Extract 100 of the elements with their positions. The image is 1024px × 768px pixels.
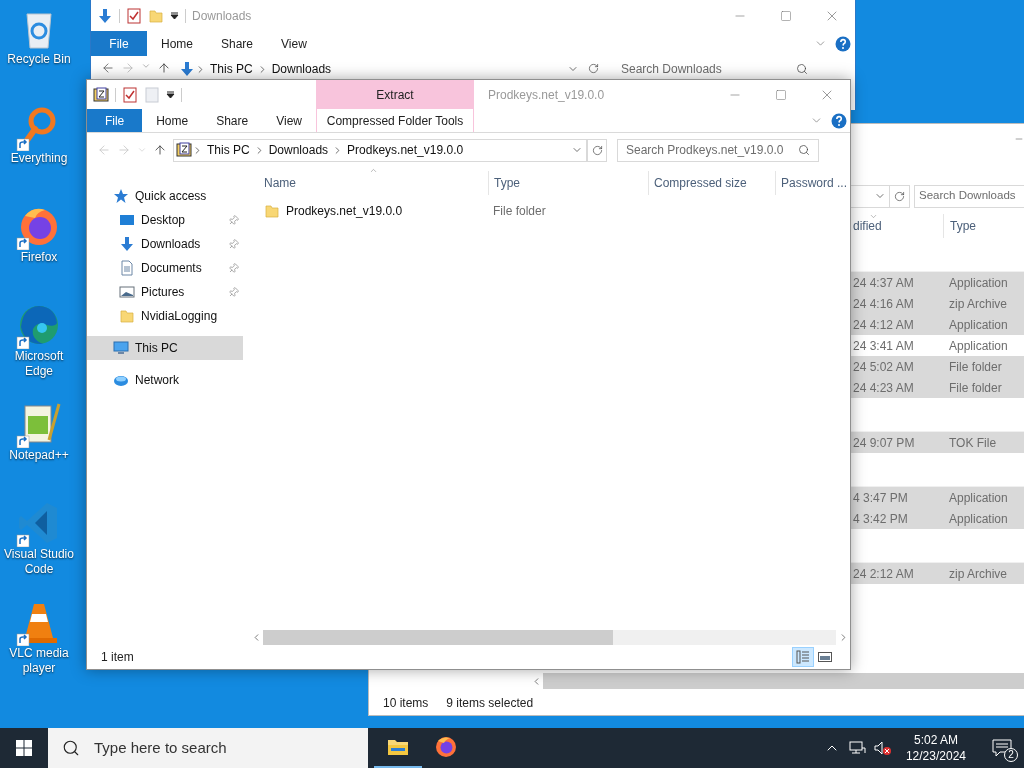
breadcrumb[interactable]: Downloads — [264, 143, 333, 157]
column-header[interactable]: Type — [488, 171, 648, 195]
nav-item[interactable]: Pictures — [87, 280, 243, 304]
file-row[interactable]: 24 9:07 PM TOK File — [851, 432, 1024, 453]
search-placeholder[interactable]: Search Downloads — [621, 62, 722, 76]
folder-icon — [264, 203, 280, 219]
column-header[interactable]: Password ... — [775, 171, 850, 195]
ribbon-tab[interactable]: Home — [142, 109, 203, 132]
address-bar[interactable]: This PC Downloads Prodkeys.net_v19.0.0 — [173, 138, 587, 162]
taskbar-search-field[interactable]: Type here to search — [48, 728, 368, 768]
window-title: Prodkeys.net_v19.0.0 — [488, 86, 605, 104]
network-icon[interactable] — [847, 740, 866, 756]
firefox-icon — [434, 735, 458, 759]
context-ribbon-tab[interactable]: Compressed Folder Tools — [316, 109, 474, 132]
notifications-icon[interactable] — [992, 739, 1012, 757]
window-title: Downloads — [192, 7, 252, 25]
maximize-icon[interactable] — [780, 9, 792, 22]
dropdown-caret-icon[interactable] — [170, 11, 179, 20]
document-icon — [119, 260, 135, 276]
column-header[interactable]: Compressed size — [648, 171, 775, 195]
computer-icon — [113, 340, 129, 356]
clock-time[interactable]: 5:02 AM — [913, 732, 958, 748]
folder-name-cell[interactable]: Prodkeys.net_v19.0.0 — [249, 202, 488, 220]
desktop-icon-label: VLC media player — [8, 646, 70, 676]
forward-arrow-icon[interactable] — [121, 61, 135, 75]
nav-item[interactable]: Downloads — [87, 232, 243, 256]
search-icon — [62, 739, 80, 757]
download-arrow-icon — [179, 61, 195, 77]
desktop-icon-label: Notepad++ — [8, 448, 70, 463]
file-row[interactable]: 24 2:12 AM zip Archive — [851, 563, 1024, 584]
ribbon-tab[interactable]: Share — [202, 109, 263, 132]
zip-folder-icon[interactable] — [93, 86, 109, 103]
file-tab[interactable]: File — [91, 31, 147, 56]
search-field[interactable]: Search Prodkeys.net_v19.0.0 — [617, 138, 819, 162]
help-icon[interactable] — [835, 35, 851, 52]
nav-item[interactable]: This PC — [87, 336, 243, 360]
search-icon — [798, 144, 810, 156]
breadcrumb[interactable]: This PC — [206, 62, 257, 76]
ribbon-tab[interactable]: View — [262, 109, 316, 132]
column-header[interactable]: Type — [943, 214, 1024, 238]
windows-logo-icon — [16, 740, 32, 756]
breadcrumb[interactable]: This PC — [203, 143, 254, 157]
zip-folder-icon — [176, 142, 192, 158]
refresh-button[interactable] — [890, 184, 910, 208]
file-row[interactable]: 4 3:47 PM Application — [851, 487, 1024, 508]
details-list-icon — [795, 649, 811, 665]
desktop-icon-label: Recycle Bin — [6, 52, 72, 67]
download-arrow-icon — [119, 236, 135, 252]
clock-date[interactable]: 12/23/2024 — [905, 748, 966, 764]
recent-locations-icon[interactable] — [141, 61, 151, 71]
folder-icon — [119, 308, 135, 324]
file-row[interactable]: 24 4:16 AM zip Archive — [851, 293, 1024, 314]
checklist-icon[interactable] — [126, 7, 142, 24]
nav-item[interactable]: NvidiaLogging — [87, 304, 243, 328]
status-text: 9 items selected — [446, 695, 534, 712]
file-row[interactable]: 24 4:37 AM Application — [851, 272, 1024, 293]
desktop-icon-label: Visual Studio Code — [3, 547, 75, 577]
muted-speaker-icon[interactable] — [873, 740, 892, 756]
preview-pane-icon — [817, 649, 833, 665]
file-row[interactable]: 24 4:12 AM Application — [851, 314, 1024, 335]
file-row[interactable]: 24 4:23 AM File folder — [851, 377, 1024, 398]
search-field[interactable]: Search Downloads — [914, 184, 1024, 208]
context-tab-header: Extract — [316, 80, 474, 109]
refresh-button[interactable] — [587, 138, 607, 162]
desktop-icon — [119, 212, 135, 228]
column-header[interactable]: Name — [249, 171, 488, 195]
desktop-icon-label: Everything — [9, 151, 69, 166]
download-arrow-icon — [97, 7, 113, 24]
maximize-icon[interactable] — [775, 88, 787, 101]
nav-item[interactable]: Documents — [87, 256, 243, 280]
refresh-icon[interactable] — [588, 63, 599, 74]
notification-count-badge: 2 — [1004, 748, 1018, 762]
breadcrumb[interactable]: Downloads — [267, 62, 336, 76]
refresh-icon — [591, 144, 603, 156]
ribbon-tab[interactable]: View — [267, 31, 321, 56]
refresh-icon — [894, 190, 905, 202]
breadcrumb[interactable]: Prodkeys.net_v19.0.0 — [343, 143, 468, 157]
column-header[interactable]: dified — [851, 214, 943, 238]
file-row[interactable]: 24 5:02 AM File folder — [851, 356, 1024, 377]
folder-icon — [148, 7, 164, 24]
dropdown-caret-icon[interactable] — [166, 90, 175, 99]
desktop-icon-label: Firefox — [19, 250, 59, 265]
desktop-icon-label: Microsoft Edge — [13, 349, 65, 379]
file-row[interactable]: 4 3:42 PM Application — [851, 508, 1024, 529]
nav-item[interactable]: Network — [87, 368, 243, 392]
nav-item[interactable]: Quick access — [87, 184, 243, 208]
help-icon[interactable] — [831, 112, 847, 129]
type-cell-text: File folder — [492, 203, 546, 220]
nav-item[interactable]: Desktop — [87, 208, 243, 232]
search-icon[interactable] — [796, 63, 808, 75]
ribbon-tab[interactable]: Share — [207, 31, 268, 56]
status-text: 1 item — [101, 649, 134, 666]
ribbon-tab[interactable]: Home — [147, 31, 207, 56]
file-tab[interactable]: File — [87, 109, 143, 132]
checklist-icon[interactable] — [122, 86, 138, 103]
scrollbar-thumb[interactable] — [263, 630, 613, 645]
status-text: 10 items — [383, 695, 429, 712]
scrollbar-thumb[interactable] — [543, 673, 1024, 689]
picture-icon — [119, 284, 135, 300]
star-icon — [113, 188, 129, 204]
